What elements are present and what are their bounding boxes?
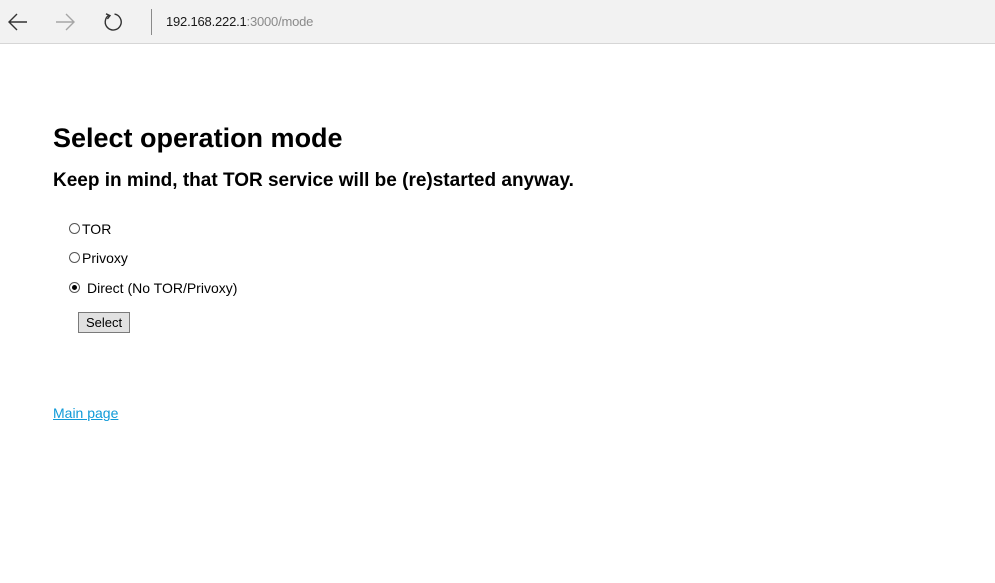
- page-subtitle: Keep in mind, that TOR service will be (…: [53, 170, 574, 191]
- radio-tor[interactable]: [69, 222, 80, 234]
- url-path: :3000/mode: [246, 14, 314, 29]
- back-arrow-icon: [8, 13, 27, 31]
- radio-privoxy[interactable]: [69, 251, 80, 263]
- option-privoxy-label: Privoxy: [82, 250, 128, 266]
- page-content: Select operation mode Keep in mind, that…: [53, 121, 574, 333]
- browser-toolbar: 192.168.222.1:3000/mode: [0, 0, 995, 44]
- refresh-button[interactable]: [97, 6, 129, 38]
- url-host: 192.168.222.1: [166, 14, 247, 29]
- main-page-link[interactable]: Main page: [53, 405, 118, 421]
- select-button[interactable]: Select: [78, 312, 131, 333]
- option-privoxy[interactable]: Privoxy: [69, 248, 128, 268]
- forward-button[interactable]: [49, 6, 81, 38]
- option-tor[interactable]: TOR: [69, 219, 111, 239]
- refresh-icon: [104, 13, 122, 31]
- forward-arrow-icon: [56, 13, 75, 31]
- option-tor-label: TOR: [82, 221, 112, 237]
- option-direct[interactable]: Direct (No TOR/Privoxy): [69, 278, 237, 298]
- back-button[interactable]: [2, 6, 34, 38]
- address-bar[interactable]: 192.168.222.1:3000/mode: [166, 14, 313, 29]
- address-bar-divider: [151, 9, 152, 35]
- option-direct-label: Direct (No TOR/Privoxy): [87, 280, 238, 296]
- page-title: Select operation mode: [53, 123, 343, 153]
- radio-direct[interactable]: [69, 281, 80, 293]
